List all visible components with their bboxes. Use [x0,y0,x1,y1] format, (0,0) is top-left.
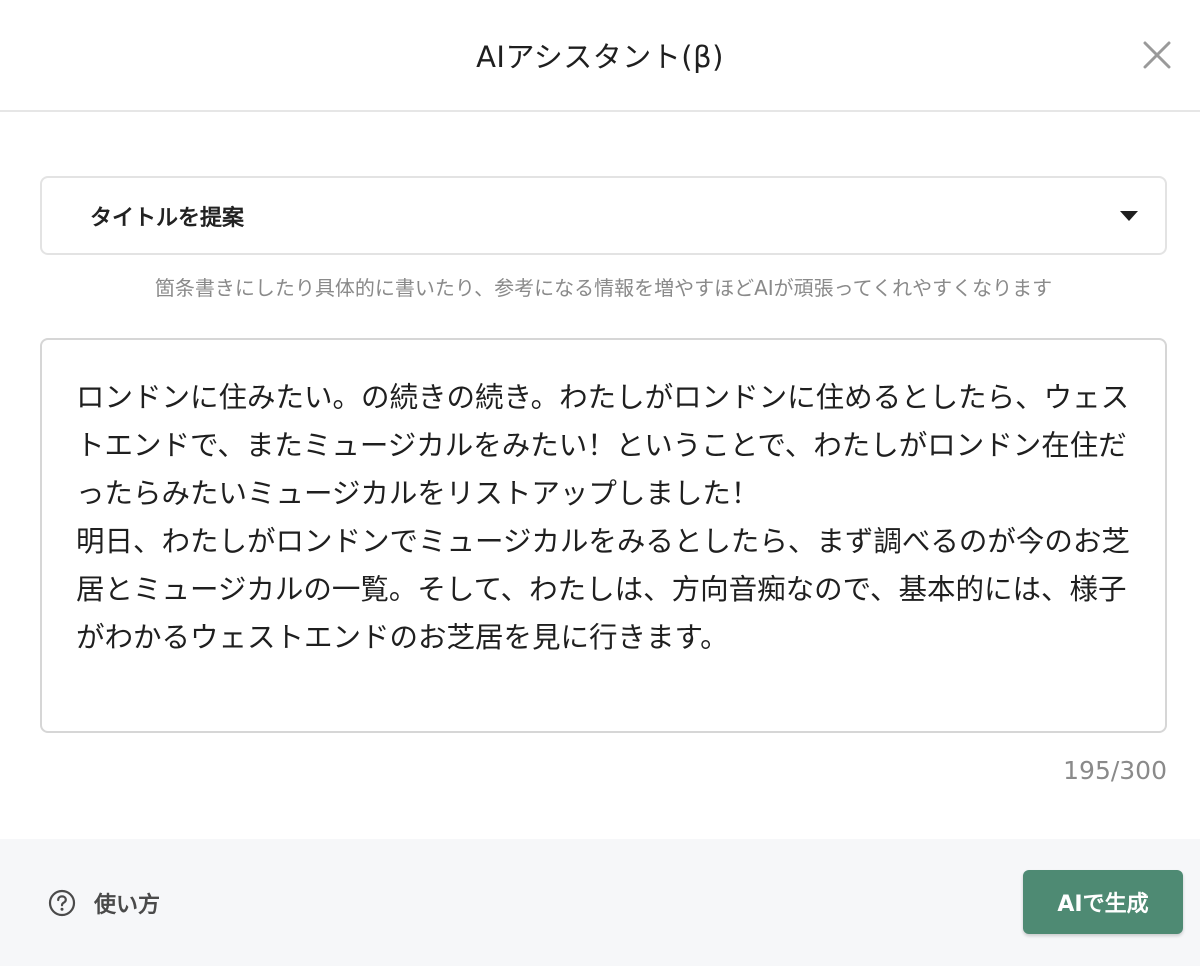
close-button[interactable] [1140,38,1174,72]
dialog-title: AIアシスタント(β) [476,40,724,74]
ai-assistant-dialog: AIアシスタント(β) タイトルを提案 箇条書きにしたり具体的に書いたり、参考に… [0,0,1200,966]
dialog-footer: 使い方 AIで生成 [0,839,1200,966]
generate-button[interactable]: AIで生成 [1023,870,1183,934]
prompt-textarea[interactable]: ロンドンに住みたい。の続きの続き。わたしがロンドンに住めるとしたら、ウェストエン… [40,338,1167,733]
generate-button-label: AIで生成 [1057,892,1149,917]
question-circle-icon [48,889,76,917]
prompt-type-select[interactable]: タイトルを提案 [40,176,1167,255]
close-icon [1140,38,1174,72]
caret-down-icon [1119,210,1139,222]
dialog-header: AIアシスタント(β) [0,0,1200,112]
help-label: 使い方 [94,893,161,918]
prompt-type-selected: タイトルを提案 [90,205,245,231]
input-hint: 箇条書きにしたり具体的に書いたり、参考になる情報を増やすほどAIが頑張ってくれや… [154,276,1053,300]
character-counter: 195/300 [1063,756,1167,785]
help-link[interactable]: 使い方 [48,886,160,920]
